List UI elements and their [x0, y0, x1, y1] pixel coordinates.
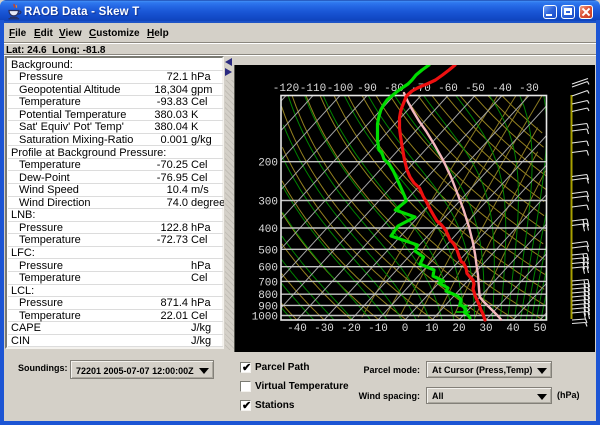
- svg-text:-90: -90: [357, 83, 377, 95]
- svg-text:50: 50: [533, 323, 546, 335]
- svg-text:400: 400: [258, 224, 278, 236]
- svg-text:300: 300: [258, 197, 278, 209]
- svg-text:-40: -40: [287, 323, 307, 335]
- svg-text:30: 30: [479, 323, 492, 335]
- svg-text:-20: -20: [341, 323, 361, 335]
- svg-text:-40: -40: [492, 83, 512, 95]
- svg-text:-100: -100: [327, 83, 353, 95]
- svg-text:10: 10: [425, 323, 438, 335]
- svg-text:500: 500: [258, 245, 278, 257]
- svg-text:-50: -50: [465, 83, 485, 95]
- svg-text:20: 20: [452, 323, 465, 335]
- svg-text:-60: -60: [438, 83, 458, 95]
- svg-text:-30: -30: [314, 323, 334, 335]
- svg-text:-30: -30: [519, 83, 539, 95]
- svg-text:700: 700: [258, 277, 278, 289]
- svg-text:40: 40: [506, 323, 519, 335]
- svg-text:600: 600: [258, 263, 278, 275]
- svg-text:0: 0: [402, 323, 409, 335]
- svg-text:800: 800: [258, 290, 278, 302]
- svg-text:1000: 1000: [252, 312, 278, 324]
- svg-text:-120: -120: [273, 83, 299, 95]
- svg-text:-10: -10: [368, 323, 388, 335]
- svg-text:200: 200: [258, 158, 278, 170]
- svg-text:-110: -110: [300, 83, 326, 95]
